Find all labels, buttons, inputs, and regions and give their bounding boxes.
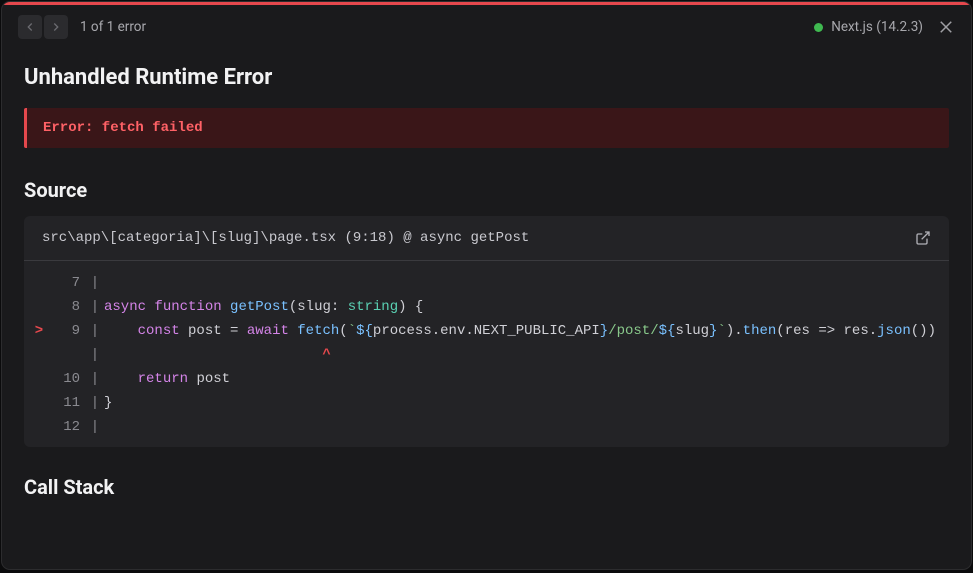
- error-title: Unhandled Runtime Error: [24, 65, 949, 90]
- code-line: 7|: [24, 271, 949, 295]
- error-message: Error: fetch failed: [43, 120, 203, 136]
- close-icon: [937, 18, 955, 36]
- external-link-icon: [915, 230, 931, 246]
- topbar: 1 of 1 error Next.js (14.2.3): [2, 5, 971, 49]
- topbar-left: 1 of 1 error: [18, 15, 146, 39]
- status-dot-icon: [814, 23, 823, 32]
- close-button[interactable]: [937, 18, 955, 36]
- source-location: src\app\[categoria]\[slug]\page.tsx (9:1…: [42, 230, 529, 246]
- framework-version-label: Next.js (14.2.3): [831, 19, 923, 35]
- code-scroll[interactable]: 7|8|async function getPost(slug: string)…: [24, 261, 949, 447]
- next-error-button[interactable]: [44, 15, 68, 39]
- error-count: 1 of 1 error: [80, 19, 146, 35]
- code-line: 10| return post: [24, 367, 949, 391]
- code-wrap: 7|8|async function getPost(slug: string)…: [24, 261, 949, 447]
- code-line: 8|async function getPost(slug: string) {: [24, 295, 949, 319]
- code-line: 12|: [24, 415, 949, 439]
- error-overlay: 1 of 1 error Next.js (14.2.3) Unhandled …: [2, 2, 971, 569]
- code-table: 7|8|async function getPost(slug: string)…: [24, 271, 949, 439]
- source-header: src\app\[categoria]\[slug]\page.tsx (9:1…: [24, 216, 949, 261]
- code-line: | ^: [24, 343, 949, 367]
- chevron-left-icon: [23, 20, 37, 34]
- source-section-title: Source: [24, 178, 949, 202]
- source-card: src\app\[categoria]\[slug]\page.tsx (9:1…: [24, 216, 949, 447]
- framework-version: Next.js (14.2.3): [814, 19, 923, 35]
- open-in-editor-button[interactable]: [915, 230, 931, 246]
- content: Unhandled Runtime Error Error: fetch fai…: [2, 49, 971, 499]
- prev-error-button[interactable]: [18, 15, 42, 39]
- error-nav: [18, 15, 68, 39]
- code-line: >9| const post = await fetch(`${process.…: [24, 319, 949, 343]
- code-line: 11|}: [24, 391, 949, 415]
- chevron-right-icon: [49, 20, 63, 34]
- callstack-section-title: Call Stack: [24, 475, 949, 499]
- error-message-box: Error: fetch failed: [24, 108, 949, 148]
- topbar-right: Next.js (14.2.3): [814, 18, 955, 36]
